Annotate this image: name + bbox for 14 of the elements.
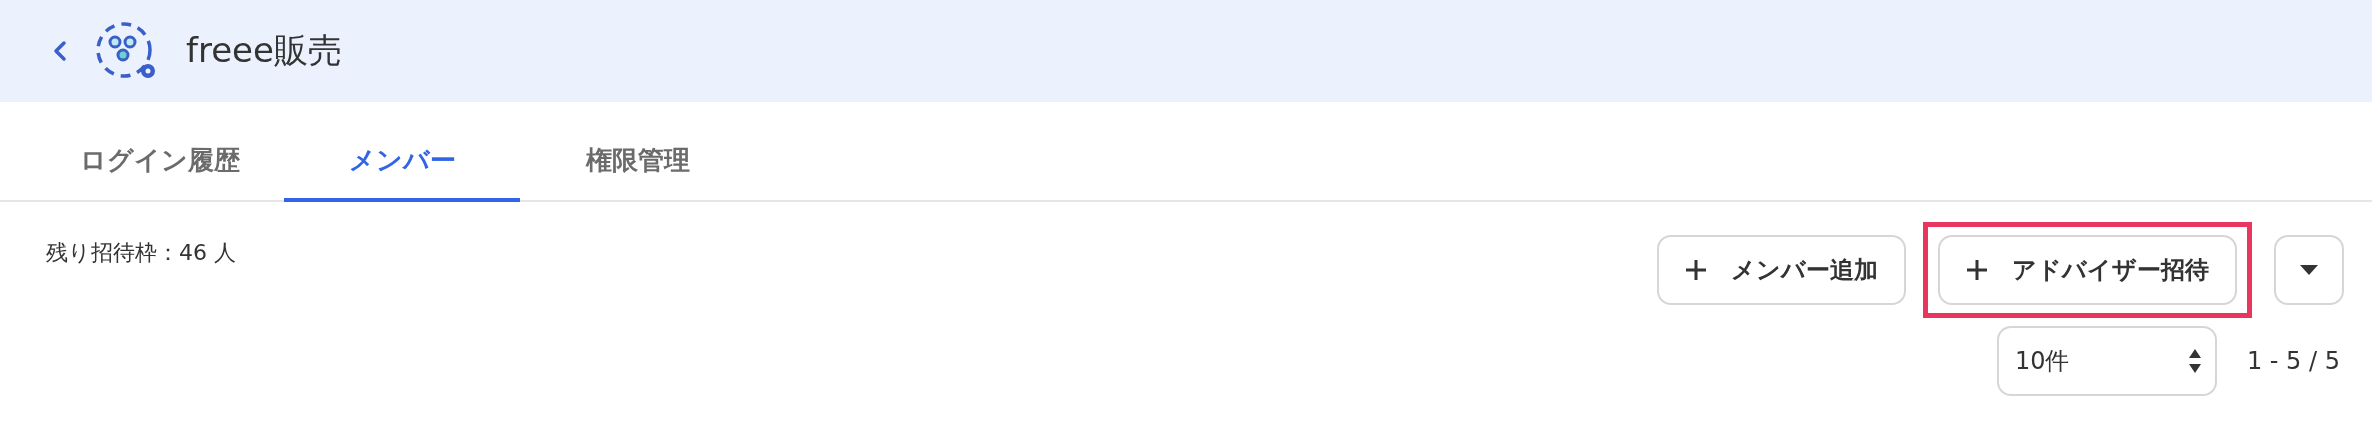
per-page-select[interactable]: 10件 [1996, 326, 2217, 396]
tab[interactable]: ログイン履歴 [36, 134, 284, 202]
sort-arrows-icon [2188, 349, 2201, 373]
caret-icon [2300, 265, 2318, 275]
add-button[interactable]: アドバイザー招待 [1938, 235, 2237, 305]
add-button[interactable]: メンバー追加 [1657, 235, 1906, 305]
tab[interactable]: メンバー [284, 134, 520, 202]
pagination-range: 1 - 5 / 5 [2246, 347, 2340, 375]
app-title: freee販売 [186, 29, 342, 72]
plus-icon [1685, 259, 1707, 281]
plus-icon [1966, 259, 1988, 281]
chevron-left-icon [52, 40, 68, 62]
remaining-invites-text: 残り招待枠：46 人 [46, 239, 236, 267]
tab[interactable]: 権限管理 [520, 134, 756, 202]
